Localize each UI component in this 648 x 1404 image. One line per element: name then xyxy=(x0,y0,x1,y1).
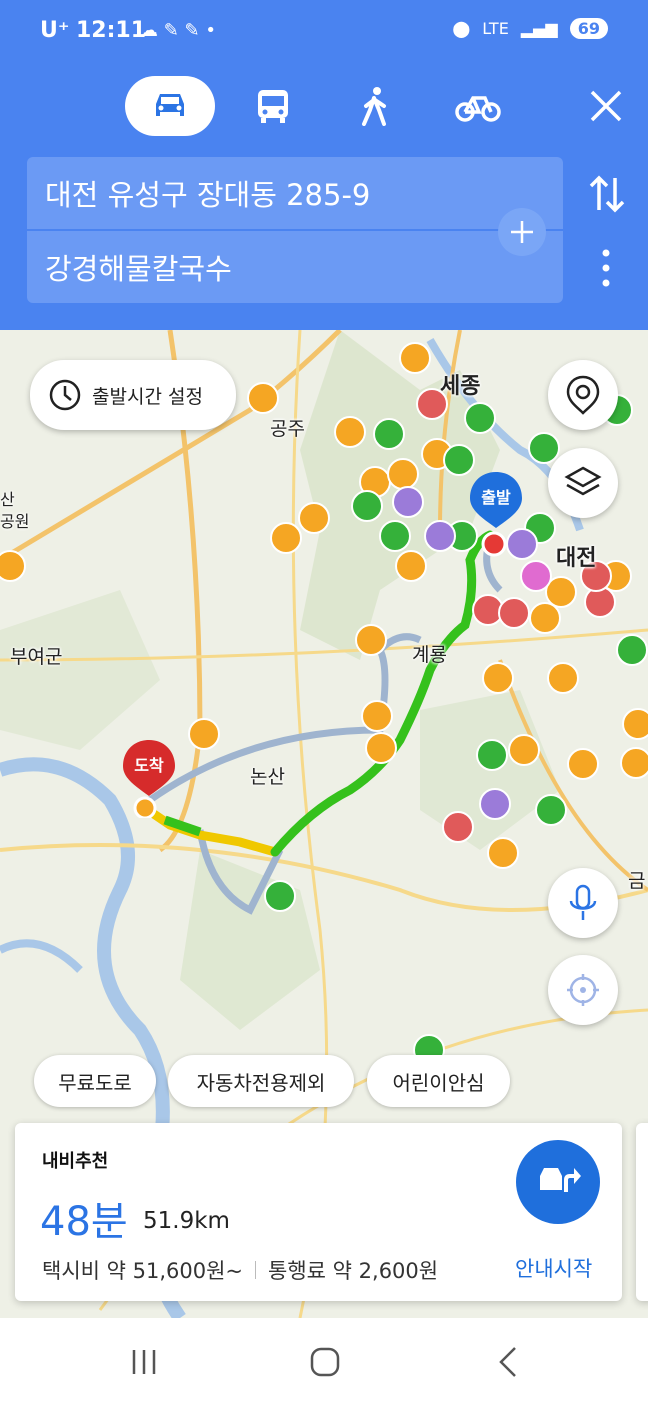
status-bar: U⁺ 12:11 ☁ ✎ ✎ • ⬤ LTE ▂▄▆ 69 xyxy=(0,0,648,64)
map-layers-button[interactable] xyxy=(548,448,618,518)
swap-icon xyxy=(589,175,625,213)
recent-apps-button[interactable] xyxy=(122,1340,166,1384)
start-navigation-button[interactable] xyxy=(516,1140,600,1224)
current-location-button[interactable] xyxy=(548,955,618,1025)
start-marker[interactable]: 출발 xyxy=(468,470,524,530)
map-label-nonsan: 논산 xyxy=(250,766,285,788)
filter-chip-child-safe[interactable]: 어린이안심 xyxy=(367,1055,510,1107)
tab-car[interactable] xyxy=(125,76,215,136)
tab-walk[interactable] xyxy=(350,76,400,136)
add-waypoint-button[interactable] xyxy=(498,208,546,256)
notification-icons: ☁ ✎ ✎ • xyxy=(140,20,216,41)
route-summary-card[interactable]: 내비추천 48분 51.9km 택시비 약 51,600원~ 통행료 약 2,6… xyxy=(15,1123,622,1301)
microphone-icon xyxy=(569,884,597,920)
route-distance: 51.9km xyxy=(143,1208,230,1234)
filter-chip-free-road[interactable]: 무료도로 xyxy=(34,1055,156,1107)
bike-icon xyxy=(455,96,501,122)
route-header: U⁺ 12:11 ☁ ✎ ✎ • ⬤ LTE ▂▄▆ 69 대전 유성구 장대동… xyxy=(0,0,648,330)
taxi-fare: 택시비 약 51,600원~ xyxy=(42,1259,244,1283)
carrier-label: U⁺ xyxy=(40,18,70,43)
next-route-card-peek[interactable] xyxy=(636,1123,648,1301)
location-camera-icon xyxy=(566,375,600,415)
end-pin-icon xyxy=(123,740,175,818)
departure-time-button[interactable]: 출발시간 설정 xyxy=(30,360,236,430)
route-input-box: 대전 유성구 장대동 285-9 강경해물칼국수 xyxy=(27,157,563,303)
tab-bus[interactable] xyxy=(248,76,298,136)
map-label-daejeon: 대전 xyxy=(556,546,597,571)
back-button[interactable] xyxy=(486,1340,530,1384)
map-label-geum: 금 xyxy=(628,870,646,892)
start-navigation-label[interactable]: 안내시작 xyxy=(515,1253,592,1283)
walk-icon xyxy=(362,87,386,126)
close-button[interactable] xyxy=(584,84,628,128)
signal-icon: ▂▄▆ xyxy=(520,19,558,38)
more-vertical-icon xyxy=(602,249,610,287)
battery-indicator: 69 xyxy=(569,18,608,39)
network-label: LTE xyxy=(482,19,509,38)
close-icon xyxy=(590,90,622,122)
home-button[interactable] xyxy=(303,1340,347,1384)
route-duration: 48분 xyxy=(40,1199,128,1245)
home-icon xyxy=(310,1347,340,1377)
layers-icon xyxy=(564,466,602,496)
route-tag: 내비추천 xyxy=(42,1151,109,1172)
swap-button[interactable] xyxy=(585,172,629,216)
filter-chip-no-expressway[interactable]: 자동차전용제외 xyxy=(168,1055,354,1107)
traffic-view-button[interactable] xyxy=(548,360,618,430)
start-marker-label: 출발 xyxy=(481,488,511,507)
voice-search-button[interactable] xyxy=(548,868,618,938)
system-nav-bar xyxy=(0,1318,648,1404)
recents-icon xyxy=(132,1350,156,1374)
map-label-buyeo: 부여군 xyxy=(10,646,63,668)
crosshair-icon xyxy=(567,974,599,1006)
status-right: ⬤ LTE ▂▄▆ 69 xyxy=(452,18,608,39)
map-label-san: 산 xyxy=(0,490,15,509)
navigation-turn-icon xyxy=(540,1168,581,1192)
destination-field[interactable]: 강경해물칼국수 xyxy=(45,231,232,303)
back-icon xyxy=(499,1347,516,1377)
map-label-park: 공원 xyxy=(0,512,30,531)
plus-icon xyxy=(511,221,533,243)
end-marker[interactable]: 도착 xyxy=(121,738,177,818)
car-icon xyxy=(156,94,184,116)
map-label-gyeryong: 계룡 xyxy=(412,644,447,666)
map-label-sejong: 세종 xyxy=(440,374,481,399)
route-costs: 택시비 약 51,600원~ 통행료 약 2,600원 xyxy=(42,1255,438,1285)
location-icon: ⬤ xyxy=(452,19,471,38)
origin-field[interactable]: 대전 유성구 장대동 285-9 xyxy=(45,157,370,229)
clock-icon xyxy=(49,379,81,411)
end-marker-label: 도착 xyxy=(134,756,164,775)
more-options-button[interactable] xyxy=(594,247,618,291)
bus-icon xyxy=(258,90,288,123)
transport-mode-tabs xyxy=(0,76,648,136)
cost-divider xyxy=(255,1261,257,1279)
map-label-gongju: 공주 xyxy=(270,418,305,440)
tab-bike[interactable] xyxy=(452,76,504,136)
clock: 12:11 xyxy=(76,18,147,43)
toll-fee: 통행료 약 2,600원 xyxy=(268,1259,439,1283)
departure-time-label: 출발시간 설정 xyxy=(92,385,203,408)
